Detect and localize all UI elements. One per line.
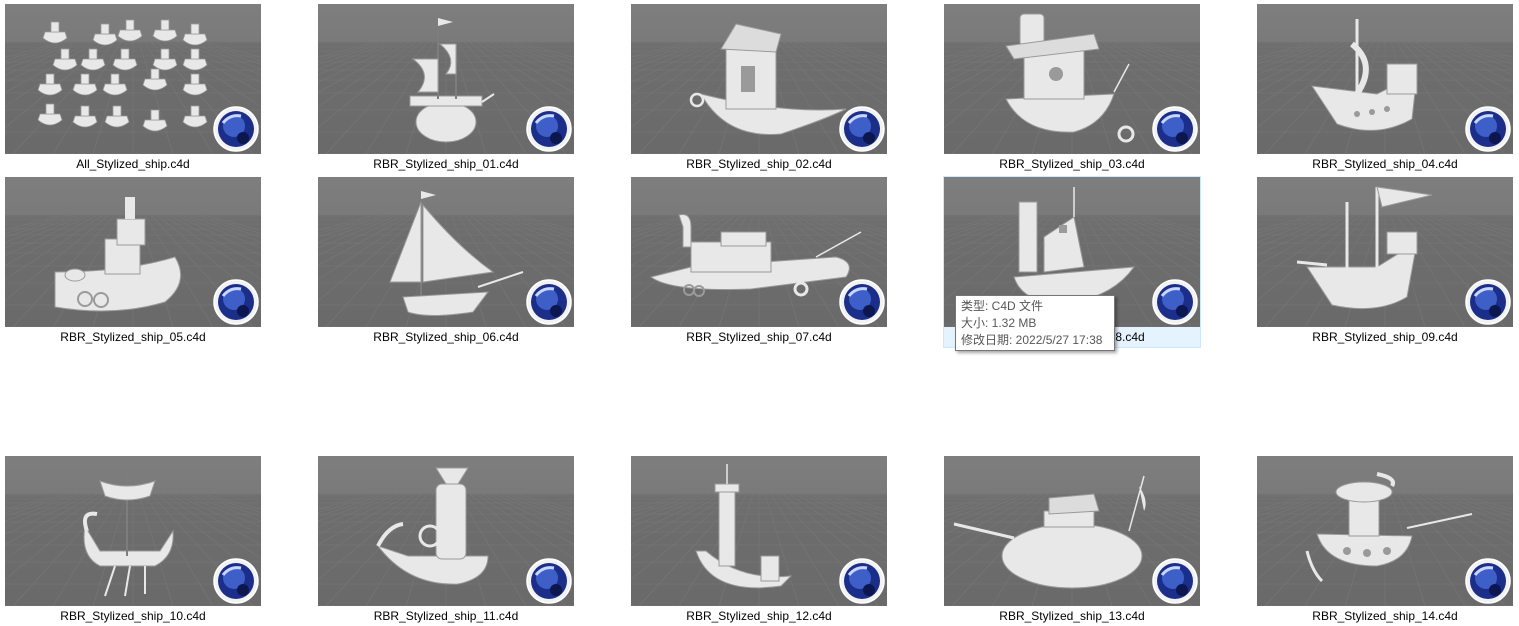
c4d-file-icon bbox=[1152, 558, 1198, 604]
file-item[interactable]: RBR_Stylized_ship_04.c4d bbox=[1257, 4, 1513, 174]
c4d-file-icon bbox=[526, 106, 572, 152]
file-thumbnail[interactable] bbox=[1257, 4, 1513, 154]
file-item[interactable]: RBR_Stylized_ship_06.c4d bbox=[318, 177, 574, 347]
file-item[interactable]: RBR_Stylized_ship_09.c4d bbox=[1257, 177, 1513, 347]
c4d-file-icon bbox=[1465, 106, 1511, 152]
file-thumbnail[interactable] bbox=[944, 456, 1200, 606]
file-thumbnail[interactable] bbox=[631, 177, 887, 327]
c4d-file-icon bbox=[1465, 558, 1511, 604]
c4d-file-icon bbox=[526, 279, 572, 325]
file-thumbnail[interactable] bbox=[5, 4, 261, 154]
file-item[interactable]: RBR_Stylized_ship_02.c4d bbox=[631, 4, 887, 174]
file-thumbnail[interactable] bbox=[1257, 177, 1513, 327]
file-item[interactable]: RBR_Stylized_ship_13.c4d bbox=[944, 456, 1200, 626]
c4d-file-icon bbox=[213, 558, 259, 604]
file-thumbnail[interactable] bbox=[318, 177, 574, 327]
file-name-label[interactable]: RBR_Stylized_ship_01.c4d bbox=[306, 156, 586, 172]
c4d-file-icon bbox=[839, 106, 885, 152]
file-thumbnail[interactable] bbox=[944, 4, 1200, 154]
file-item[interactable]: RBR_Stylized_ship_07.c4d bbox=[631, 177, 887, 347]
file-name-label[interactable]: All_Stylized_ship.c4d bbox=[0, 156, 273, 172]
file-item[interactable]: All_Stylized_ship.c4d bbox=[5, 4, 261, 174]
c4d-file-icon bbox=[1152, 279, 1198, 325]
c4d-file-icon bbox=[213, 279, 259, 325]
file-item[interactable]: RBR_Stylized_ship_03.c4d bbox=[944, 4, 1200, 174]
file-name-label[interactable]: RBR_Stylized_ship_12.c4d bbox=[619, 608, 899, 624]
file-thumbnail[interactable] bbox=[318, 456, 574, 606]
file-name-label[interactable]: RBR_Stylized_ship_14.c4d bbox=[1245, 608, 1519, 624]
file-name-label[interactable]: RBR_Stylized_ship_04.c4d bbox=[1245, 156, 1519, 172]
file-thumbnail[interactable] bbox=[318, 4, 574, 154]
tooltip-date: 修改日期: 2022/5/27 17:38 bbox=[961, 333, 1103, 347]
file-thumbnail[interactable] bbox=[5, 177, 261, 327]
file-thumbnail[interactable] bbox=[5, 456, 261, 606]
file-name-label[interactable]: RBR_Stylized_ship_07.c4d bbox=[619, 329, 899, 345]
file-item[interactable]: RBR_Stylized_ship_11.c4d bbox=[318, 456, 574, 626]
file-item[interactable]: RBR_Stylized_ship_14.c4d bbox=[1257, 456, 1513, 626]
file-name-label[interactable]: RBR_Stylized_ship_13.c4d bbox=[932, 608, 1212, 624]
file-name-label[interactable]: RBR_Stylized_ship_11.c4d bbox=[306, 608, 586, 624]
c4d-file-icon bbox=[1152, 106, 1198, 152]
file-info-tooltip: 类型: C4D 文件 大小: 1.32 MB 修改日期: 2022/5/27 1… bbox=[955, 295, 1115, 351]
file-name-label[interactable]: RBR_Stylized_ship_03.c4d bbox=[932, 156, 1212, 172]
c4d-file-icon bbox=[526, 558, 572, 604]
file-item[interactable]: RBR_Stylized_ship_10.c4d bbox=[5, 456, 261, 626]
file-item[interactable]: RBR_Stylized_ship_12.c4d bbox=[631, 456, 887, 626]
file-name-label[interactable]: RBR_Stylized_ship_02.c4d bbox=[619, 156, 899, 172]
c4d-file-icon bbox=[839, 558, 885, 604]
c4d-file-icon bbox=[1465, 279, 1511, 325]
file-item[interactable]: RBR_Stylized_ship_05.c4d bbox=[5, 177, 261, 347]
file-name-label[interactable]: RBR_Stylized_ship_06.c4d bbox=[306, 329, 586, 345]
file-name-label[interactable]: RBR_Stylized_ship_05.c4d bbox=[0, 329, 273, 345]
file-thumbnail[interactable] bbox=[1257, 456, 1513, 606]
file-thumbnail[interactable] bbox=[631, 456, 887, 606]
tooltip-size: 大小: 1.32 MB bbox=[961, 316, 1037, 330]
c4d-file-icon bbox=[213, 106, 259, 152]
c4d-file-icon bbox=[839, 279, 885, 325]
file-item[interactable]: RBR_Stylized_ship_01.c4d bbox=[318, 4, 574, 174]
file-thumbnail[interactable] bbox=[631, 4, 887, 154]
file-name-label[interactable]: RBR_Stylized_ship_09.c4d bbox=[1245, 329, 1519, 345]
tooltip-type: 类型: C4D 文件 bbox=[961, 299, 1044, 313]
file-name-label[interactable]: RBR_Stylized_ship_10.c4d bbox=[0, 608, 273, 624]
